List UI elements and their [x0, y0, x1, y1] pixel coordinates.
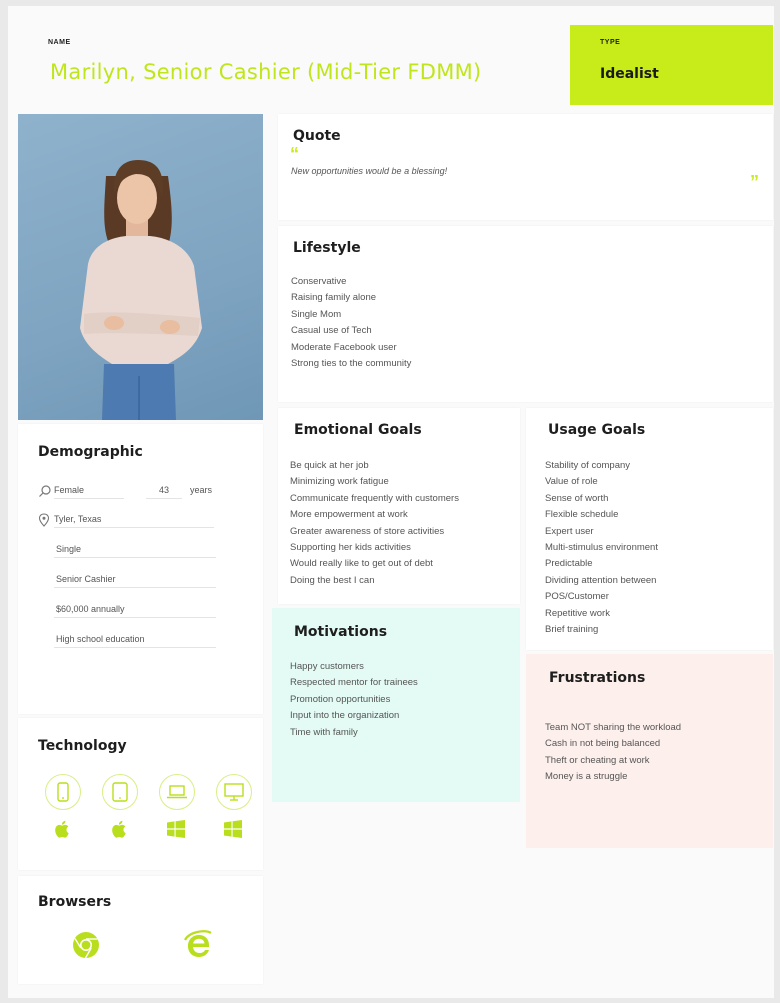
list-item: More empowerment at work — [290, 509, 408, 521]
list-item: Promotion opportunities — [290, 693, 391, 705]
income-field: $60,000 annually — [54, 601, 216, 618]
technology-card: Technology — [18, 718, 263, 870]
motivations-title: Motivations — [294, 624, 388, 640]
list-item: Dividing attention between — [545, 574, 657, 586]
list-item: Be quick at her job — [290, 460, 369, 471]
list-item: Happy customers — [290, 661, 364, 672]
type-box: TYPE Idealist — [570, 25, 773, 105]
tablet-icon — [102, 774, 138, 810]
emotional-goals-card: Emotional Goals Be quick at her job Mini… — [278, 408, 520, 604]
technology-title: Technology — [38, 738, 127, 754]
apple-icon — [51, 818, 73, 840]
internet-explorer-icon — [181, 928, 215, 962]
usage-goals-list: Stability of company Value of role Sense… — [545, 458, 658, 638]
list-item: Single Mom — [291, 308, 342, 320]
list-item: Casual use of Tech — [291, 325, 372, 337]
close-quote-icon: ” — [750, 172, 759, 192]
age-field: 43 — [146, 482, 182, 499]
list-item: Money is a struggle — [545, 771, 628, 783]
frustrations-list: Team NOT sharing the workload Cash in no… — [545, 720, 681, 786]
list-item: Value of role — [545, 476, 598, 488]
desktop-icon — [216, 774, 252, 810]
list-item: Communicate frequently with customers — [290, 492, 459, 504]
list-item: Sense of worth — [545, 492, 609, 504]
persona-photo — [18, 114, 263, 420]
browsers-card: Browsers — [18, 876, 263, 984]
list-item: Doing the best I can — [290, 574, 375, 586]
lifestyle-card: Lifestyle Conservative Raising family al… — [278, 226, 773, 402]
list-item: Greater awareness of store activities — [290, 525, 445, 537]
list-item: Minimizing work fatigue — [290, 476, 389, 488]
emotional-goals-list: Be quick at her job Minimizing work fati… — [290, 458, 459, 589]
type-label: TYPE — [600, 39, 621, 46]
list-item: Repetitive work — [545, 607, 610, 619]
demographic-title: Demographic — [38, 444, 143, 460]
usage-goals-title: Usage Goals — [548, 422, 646, 438]
list-item: Predictable — [545, 558, 593, 570]
quote-title: Quote — [293, 128, 341, 144]
frustrations-card: Frustrations Team NOT sharing the worklo… — [526, 654, 773, 848]
list-item: Stability of company — [545, 460, 631, 471]
list-item: Time with family — [290, 726, 358, 738]
type-value: Idealist — [600, 66, 659, 82]
list-item: Theft or cheating at work — [545, 754, 650, 766]
education-field: High school education — [54, 631, 216, 648]
browsers-title: Browsers — [38, 894, 112, 910]
lifestyle-title: Lifestyle — [293, 240, 361, 256]
list-item: Expert user — [545, 525, 594, 537]
apple-icon — [108, 818, 130, 840]
quote-text: New opportunities would be a blessing! — [291, 166, 448, 176]
list-item: Would really like to get out of debt — [290, 558, 433, 570]
demographic-card: Demographic Female 43 years Tyler, Texas… — [18, 424, 263, 714]
lifestyle-list: Conservative Raising family alone Single… — [291, 274, 411, 372]
list-item: Respected mentor for trainees — [290, 677, 418, 689]
usage-goals-card: Usage Goals Stability of company Value o… — [526, 408, 773, 650]
laptop-icon — [159, 774, 195, 810]
list-item: Team NOT sharing the workload — [545, 722, 682, 733]
list-item: Cash in not being balanced — [545, 738, 661, 750]
quote-card: Quote “ New opportunities would be a ble… — [278, 114, 773, 220]
persona-page: NAME Marilyn, Senior Cashier (Mid-Tier F… — [8, 6, 774, 998]
chrome-icon — [71, 930, 101, 960]
gender-field: Female — [54, 482, 124, 499]
location-field: Tyler, Texas — [54, 511, 214, 528]
open-quote-icon: “ — [290, 144, 299, 164]
list-item: Multi-stimulus environment — [545, 542, 658, 554]
list-item: Moderate Facebook user — [291, 341, 397, 353]
list-item: Flexible schedule — [545, 509, 619, 521]
age-unit: years — [190, 485, 213, 495]
list-item: Brief training — [545, 624, 599, 636]
windows-icon — [222, 818, 244, 840]
list-item: Raising family alone — [291, 292, 377, 304]
list-item: Supporting her kids activities — [290, 542, 411, 554]
search-icon — [38, 484, 52, 498]
emotional-goals-title: Emotional Goals — [294, 422, 422, 438]
marital-status-field: Single — [54, 541, 216, 558]
frustrations-title: Frustrations — [549, 670, 646, 686]
woman-portrait-image — [80, 160, 202, 420]
list-item: Strong ties to the community — [291, 358, 412, 370]
list-item: Input into the organization — [290, 710, 400, 722]
persona-name: Marilyn, Senior Cashier (Mid-Tier FDMM) — [50, 60, 482, 84]
name-label: NAME — [48, 39, 71, 46]
job-title-field: Senior Cashier — [54, 571, 216, 588]
location-pin-icon — [38, 513, 50, 527]
windows-icon — [165, 818, 187, 840]
motivations-list: Happy customers Respected mentor for tra… — [290, 659, 418, 741]
list-item: Conservative — [291, 276, 347, 287]
motivations-card: Motivations Happy customers Respected me… — [272, 608, 520, 802]
list-item: POS/Customer — [545, 591, 609, 603]
phone-icon — [45, 774, 81, 810]
